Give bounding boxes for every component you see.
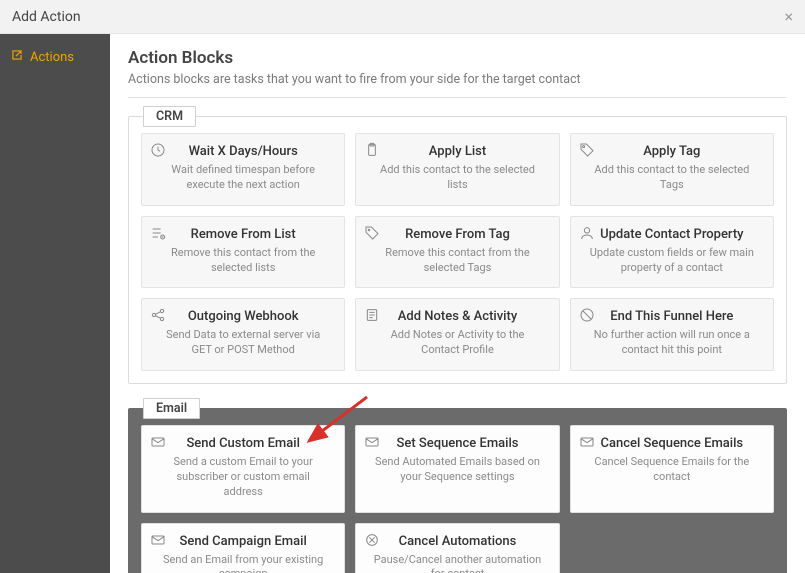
card-title: Remove From List (152, 227, 334, 242)
card-desc: Wait defined timespan before execute the… (152, 163, 334, 193)
card-title: Add Notes & Activity (366, 309, 548, 324)
section-email: Email Send Custom Email Send a custom Em… (128, 408, 787, 573)
mail-cancel-icon (579, 434, 595, 450)
body: Actions Action Blocks Actions blocks are… (0, 34, 805, 573)
card-desc: Add Notes or Activity to the Contact Pro… (366, 328, 548, 358)
tag-icon (579, 142, 595, 158)
sidebar-item-label: Actions (30, 50, 74, 65)
card-send-campaign-email[interactable]: Send Campaign Email Send an Email from y… (141, 523, 345, 573)
card-send-custom-email[interactable]: Send Custom Email Send a custom Email to… (141, 425, 345, 513)
email-grid: Send Custom Email Send a custom Email to… (141, 425, 774, 573)
titlebar: Add Action × (0, 0, 805, 34)
card-desc: No further action will run once a contac… (581, 328, 763, 358)
card-desc: Send an Email from your existing campaig… (152, 553, 334, 573)
card-desc: Add this contact to the selected Tags (581, 163, 763, 193)
card-remove-from-tag[interactable]: Remove From Tag Remove this contact from… (355, 216, 559, 289)
tag-remove-icon (364, 225, 380, 241)
window-title: Add Action (12, 9, 81, 25)
card-desc: Remove this contact from the selected li… (152, 246, 334, 276)
clock-icon (150, 142, 166, 158)
mail-campaign-icon (150, 532, 166, 548)
page-subtitle: Actions blocks are tasks that you want t… (128, 72, 787, 87)
clipboard-icon (364, 142, 380, 158)
card-desc: Send a custom Email to your subscriber o… (152, 455, 334, 500)
card-title: Send Campaign Email (152, 534, 334, 549)
card-title: Update Contact Property (581, 227, 763, 242)
mail-sequence-icon (364, 434, 380, 450)
main-panel: Action Blocks Actions blocks are tasks t… (110, 34, 805, 573)
card-title: Cancel Sequence Emails (581, 436, 763, 451)
section-legend-crm: CRM (143, 106, 196, 127)
card-cancel-sequence-emails[interactable]: Cancel Sequence Emails Cancel Sequence E… (570, 425, 774, 513)
card-title: Apply Tag (581, 144, 763, 159)
user-icon (579, 225, 595, 241)
automation-cancel-icon (364, 532, 380, 548)
card-apply-list[interactable]: Apply List Add this contact to the selec… (355, 133, 559, 206)
card-desc: Add this contact to the selected lists (366, 163, 548, 193)
card-desc: Update custom fields or few main propert… (581, 246, 763, 276)
close-icon[interactable]: × (784, 9, 793, 25)
card-set-sequence-emails[interactable]: Set Sequence Emails Send Automated Email… (355, 425, 559, 513)
card-title: Set Sequence Emails (366, 436, 548, 451)
card-apply-tag[interactable]: Apply Tag Add this contact to the select… (570, 133, 774, 206)
card-cancel-automations[interactable]: Cancel Automations Pause/Cancel another … (355, 523, 559, 573)
page-title: Action Blocks (128, 48, 787, 68)
card-wait-x-days[interactable]: Wait X Days/Hours Wait defined timespan … (141, 133, 345, 206)
crm-grid: Wait X Days/Hours Wait defined timespan … (141, 133, 774, 371)
stop-icon (579, 307, 595, 323)
card-title: Send Custom Email (152, 436, 334, 451)
list-remove-icon (150, 225, 166, 241)
card-title: Wait X Days/Hours (152, 144, 334, 159)
card-title: Apply List (366, 144, 548, 159)
card-desc: Pause/Cancel another automation for cont… (366, 553, 548, 573)
sidebar: Actions (0, 34, 110, 573)
share-icon (150, 307, 166, 323)
card-end-funnel[interactable]: End This Funnel Here No further action w… (570, 298, 774, 371)
card-desc: Remove this contact from the selected Ta… (366, 246, 548, 276)
section-legend-email: Email (143, 398, 200, 419)
note-icon (364, 307, 380, 323)
divider (128, 97, 787, 98)
card-desc: Send Automated Emails based on your Sequ… (366, 455, 548, 485)
card-title: Cancel Automations (366, 534, 548, 549)
export-icon (10, 48, 24, 66)
card-title: End This Funnel Here (581, 309, 763, 324)
section-crm: CRM Wait X Days/Hours Wait defined times… (128, 116, 787, 384)
card-desc: Cancel Sequence Emails for the contact (581, 455, 763, 485)
sidebar-item-actions[interactable]: Actions (0, 40, 110, 74)
card-desc: Send Data to external server via GET or … (152, 328, 334, 358)
card-outgoing-webhook[interactable]: Outgoing Webhook Send Data to external s… (141, 298, 345, 371)
card-title: Outgoing Webhook (152, 309, 334, 324)
card-title: Remove From Tag (366, 227, 548, 242)
mail-edit-icon (150, 434, 166, 450)
card-add-notes-activity[interactable]: Add Notes & Activity Add Notes or Activi… (355, 298, 559, 371)
card-remove-from-list[interactable]: Remove From List Remove this contact fro… (141, 216, 345, 289)
card-update-contact-property[interactable]: Update Contact Property Update custom fi… (570, 216, 774, 289)
